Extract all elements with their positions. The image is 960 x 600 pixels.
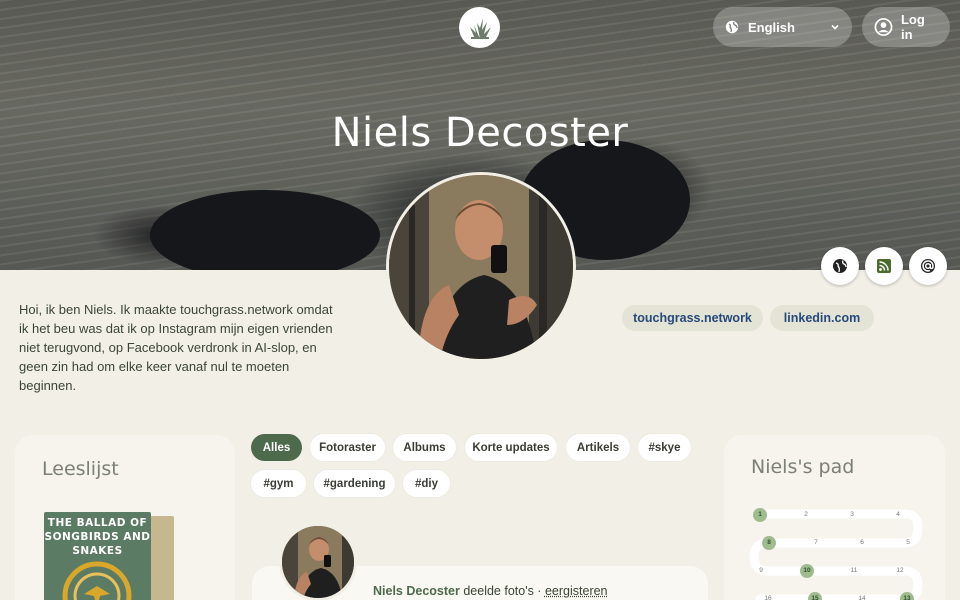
path-track xyxy=(740,505,930,600)
path-step[interactable]: 8 xyxy=(762,536,776,550)
link-touchgrass[interactable]: touchgrass.network xyxy=(622,305,763,331)
chevron-down-icon xyxy=(830,22,840,32)
login-button[interactable]: Log in xyxy=(862,7,950,47)
globe-icon xyxy=(832,258,848,274)
rss-icon xyxy=(876,258,892,274)
path-step[interactable]: 12 xyxy=(893,567,907,574)
post-timestamp[interactable]: eergisteren xyxy=(545,584,608,598)
filter-diy[interactable]: #diy xyxy=(403,470,450,497)
path-title: Niels's pad xyxy=(751,456,854,478)
path-step[interactable]: 2 xyxy=(800,511,812,518)
filter-korte-updates[interactable]: Korte updates xyxy=(465,434,557,461)
filter-gardening[interactable]: #gardening xyxy=(314,470,395,497)
website-button[interactable] xyxy=(821,247,859,285)
path-step[interactable]: 1 xyxy=(753,508,767,522)
filter-alles[interactable]: Alles xyxy=(251,434,302,461)
filter-fotoraster[interactable]: Fotoraster xyxy=(310,434,385,461)
rss-button[interactable] xyxy=(865,247,903,285)
path-step[interactable]: 9 xyxy=(755,567,767,574)
path-step[interactable]: 11 xyxy=(847,567,861,574)
email-button[interactable] xyxy=(909,247,947,285)
logo-grass-icon xyxy=(466,14,494,42)
reading-list-title: Leeslijst xyxy=(42,458,119,480)
path-step[interactable]: 15 xyxy=(808,592,822,600)
user-circle-icon xyxy=(874,17,893,37)
filter-gym[interactable]: #gym xyxy=(251,470,306,497)
path-step[interactable]: 16 xyxy=(761,595,775,600)
globe-icon xyxy=(725,20,739,34)
path-step[interactable]: 3 xyxy=(846,511,858,518)
banner-shadow xyxy=(150,190,380,270)
filter-skye[interactable]: #skye xyxy=(638,434,691,461)
post-action: deelde foto's · xyxy=(463,584,541,598)
path-step[interactable]: 10 xyxy=(800,564,814,578)
post-header: Niels Decoster deelde foto's · eergister… xyxy=(373,584,608,598)
profile-bio: Hoi, ik ben Niels. Ik maakte touchgrass.… xyxy=(19,300,344,395)
book-cover[interactable]: THE BALLAD OF SONGBIRDS AND SNAKES xyxy=(44,512,151,600)
post-author-link[interactable]: Niels Decoster xyxy=(373,584,460,598)
path-step[interactable]: 4 xyxy=(892,511,904,518)
language-label: English xyxy=(748,20,830,35)
path-step[interactable]: 13 xyxy=(900,592,914,600)
site-logo[interactable] xyxy=(459,7,500,48)
language-selector[interactable]: English xyxy=(713,7,852,47)
path-step[interactable]: 6 xyxy=(856,539,868,546)
link-linkedin[interactable]: linkedin.com xyxy=(770,305,874,331)
path-step[interactable]: 7 xyxy=(810,539,822,546)
post-author-avatar[interactable] xyxy=(279,523,357,600)
book-cover-back[interactable] xyxy=(148,516,174,600)
at-icon xyxy=(920,258,936,274)
path-step[interactable]: 5 xyxy=(902,539,914,546)
book-cover-art xyxy=(44,556,151,600)
login-label: Log in xyxy=(901,12,938,42)
profile-avatar xyxy=(386,172,576,362)
profile-name: Niels Decoster xyxy=(0,110,960,156)
filter-albums[interactable]: Albums xyxy=(393,434,456,461)
path-step[interactable]: 14 xyxy=(855,595,869,600)
book-cover-text: THE BALLAD OF SONGBIRDS AND SNAKES xyxy=(44,516,151,558)
filter-artikels[interactable]: Artikels xyxy=(566,434,630,461)
